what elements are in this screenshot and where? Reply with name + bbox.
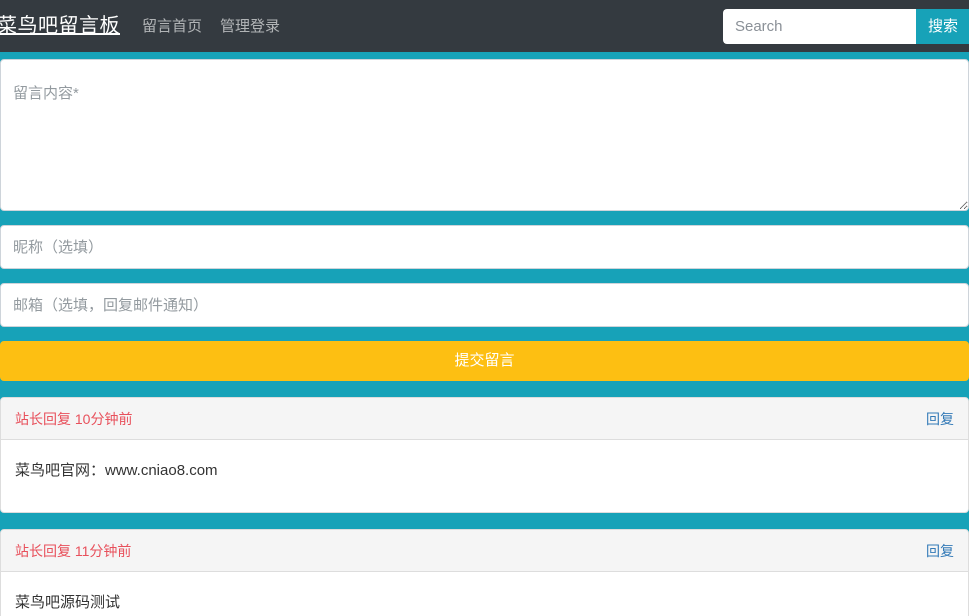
message-body: 菜鸟吧源码测试 [15,594,121,611]
field-spacer [0,327,969,341]
message-content-textarea[interactable] [0,59,969,211]
content-container: 提交留言 站长回复 10分钟前 回复 菜鸟吧官网：www.cniao8.com … [0,59,969,616]
nickname-input[interactable] [0,225,969,269]
search-form: 搜索 [722,9,969,44]
message-panel: 站长回复 10分钟前 回复 菜鸟吧官网：www.cniao8.com [0,397,969,513]
message-panel-heading: 站长回复 10分钟前 回复 [1,398,968,440]
field-spacer [0,269,969,283]
message-post-form: 提交留言 [0,59,969,381]
email-input[interactable] [0,283,969,327]
message-panel: 站长回复 11分钟前 回复 菜鸟吧源码测试 [0,529,969,616]
message-author-time: 站长回复 11分钟前 [15,542,132,559]
search-submit-button[interactable]: 搜索 [915,9,969,44]
page-body: 提交留言 站长回复 10分钟前 回复 菜鸟吧官网：www.cniao8.com … [0,52,969,616]
message-panel-heading: 站长回复 11分钟前 回复 [1,530,968,572]
nav-item-admin-login[interactable]: 管理登录 [220,19,280,34]
submit-message-button[interactable]: 提交留言 [0,341,969,381]
message-list: 站长回复 10分钟前 回复 菜鸟吧官网：www.cniao8.com 站长回复 … [0,397,969,616]
message-author-time: 站长回复 10分钟前 [15,410,133,427]
reply-link[interactable]: 回复 [926,409,954,429]
top-navbar: 菜鸟吧留言板 留言首页 管理登录 搜索 [0,0,969,52]
reply-link[interactable]: 回复 [926,541,954,561]
message-body: 菜鸟吧官网：www.cniao8.com [15,462,218,479]
nav-item-home[interactable]: 留言首页 [142,19,202,34]
search-input[interactable] [722,9,916,44]
nav-links: 留言首页 管理登录 [142,19,280,34]
site-brand-link[interactable]: 菜鸟吧留言板 [0,16,128,36]
field-spacer [0,211,969,225]
